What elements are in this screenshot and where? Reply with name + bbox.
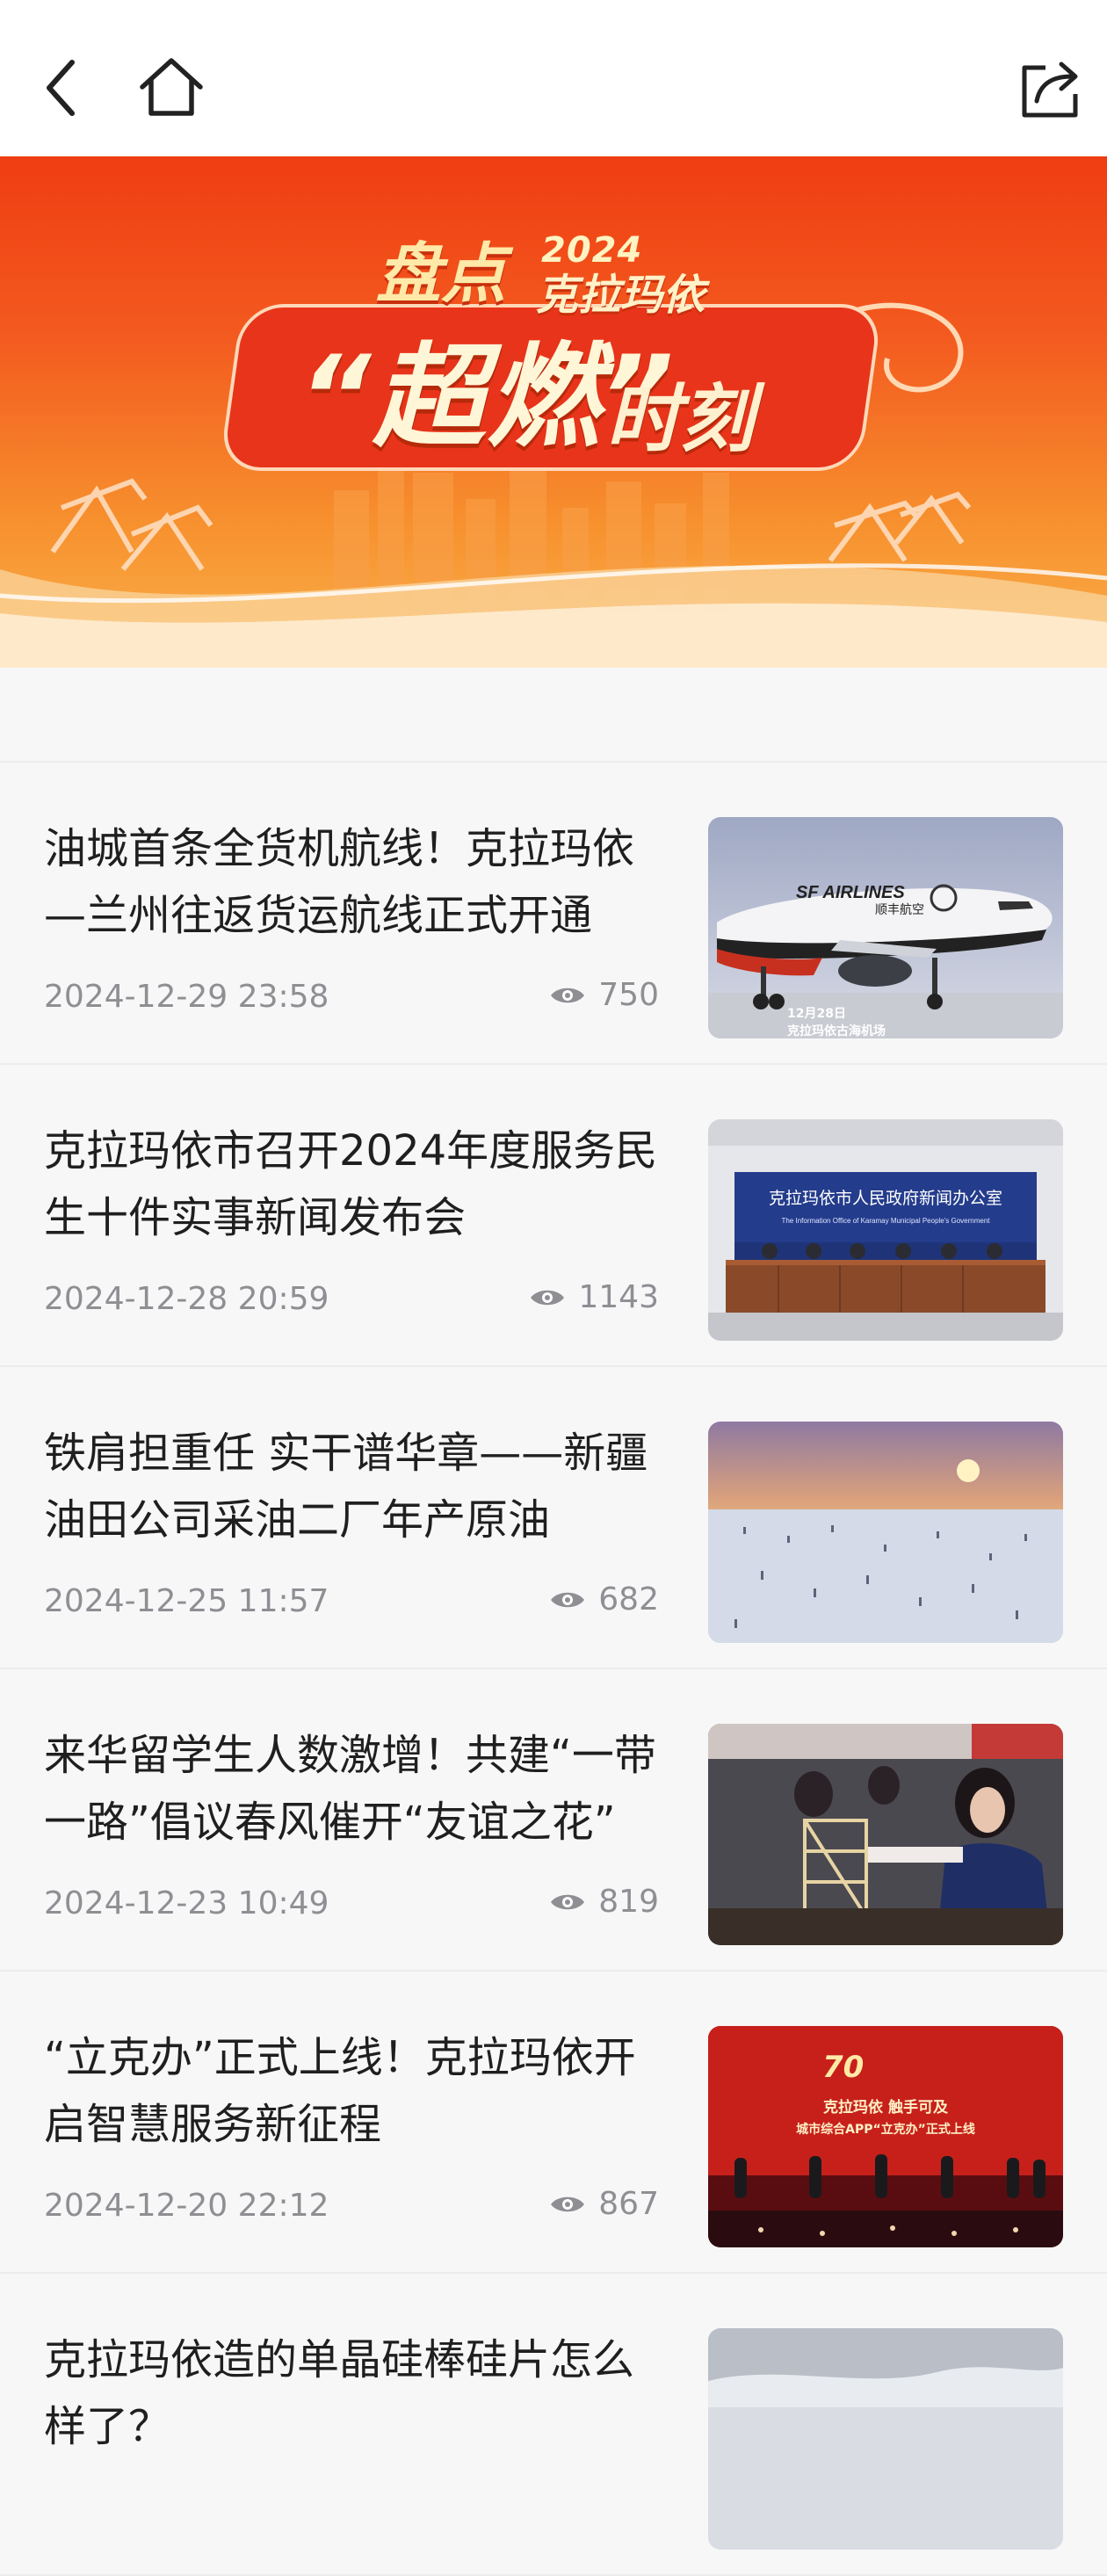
thumb-banner-cn: 克拉玛依市人民政府新闻办公室 — [769, 1189, 1002, 1208]
news-thumbnail: 70 克拉玛依 触手可及 城市综合APP“立克办”正式上线 — [708, 2026, 1063, 2247]
thumb-brand: SF AIRLINES — [796, 883, 905, 902]
eye-icon — [531, 1290, 565, 1305]
news-title: 油城首条全货机航线！克拉玛依—兰州往返货运航线正式开通 — [44, 824, 635, 940]
news-date: 2024-12-29 23:58 — [44, 979, 329, 1015]
hero-banner[interactable]: 盘点 2024 克拉玛依 “超燃” 时刻 — [0, 156, 1107, 668]
news-date: 2024-12-25 11:57 — [44, 1583, 329, 1619]
eye-icon — [551, 1592, 585, 1607]
news-thumbnail: SF AIRLINES 顺丰航空 12月28日 克拉玛依古海机场 — [708, 817, 1063, 1038]
news-thumbnail — [708, 2328, 1063, 2550]
top-nav-bar — [0, 0, 1107, 156]
thumb-screen-line2: 城市综合APP“立克办”正式上线 — [796, 2122, 975, 2137]
news-thumbnail: 克拉玛依市人民政府新闻办公室 The Information Office of… — [708, 1119, 1063, 1341]
news-item[interactable]: 克拉玛依市召开2024年度服务民生十件实事新闻发布会 2024-12-28 20… — [0, 1065, 1107, 1367]
news-view-count: 819 — [598, 1884, 659, 1920]
thumb-caption-2: 克拉玛依古海机场 — [787, 1024, 886, 1038]
news-list: 油城首条全货机航线！克拉玛依—兰州往返货运航线正式开通 2024-12-29 2… — [0, 763, 1107, 2576]
eye-icon — [551, 988, 585, 1002]
news-item[interactable]: 铁肩担重任 实干谱华章——新疆油田公司采油二厂年产原油 2024-12-25 1… — [0, 1367, 1107, 1669]
chevron-left-icon — [47, 60, 75, 116]
banner-tail-title: 时刻 — [606, 376, 755, 462]
share-button[interactable] — [1010, 48, 1089, 127]
thumb-brand-cn: 顺丰航空 — [875, 903, 924, 917]
home-icon — [140, 58, 203, 116]
launch-ceremony-photo: 70 克拉玛依 触手可及 城市综合APP“立克办”正式上线 — [708, 2026, 1063, 2247]
news-view-count: 750 — [598, 977, 659, 1013]
news-views: 819 — [549, 1884, 659, 1920]
svg-text:70: 70 — [822, 2050, 864, 2085]
eye-icon — [551, 2196, 585, 2211]
news-views: 682 — [549, 1581, 659, 1617]
banner-gap — [0, 668, 1107, 763]
news-views: 867 — [549, 2186, 659, 2222]
eye-icon — [551, 1894, 585, 1909]
thumb-screen-line1: 克拉玛依 触手可及 — [823, 2098, 949, 2117]
news-date: 2024-12-28 20:59 — [44, 1281, 329, 1317]
news-views: 1143 — [529, 1279, 659, 1315]
news-title: 铁肩担重任 实干谱华章——新疆油田公司采油二厂年产原油 — [44, 1429, 648, 1545]
news-view-count: 682 — [598, 1581, 659, 1617]
news-title: 克拉玛依市召开2024年度服务民生十件实事新闻发布会 — [44, 1126, 658, 1242]
news-thumbnail — [708, 1422, 1063, 1643]
back-button[interactable] — [23, 48, 102, 127]
news-view-count: 867 — [598, 2186, 659, 2222]
news-title: 克拉玛依造的单晶硅棒硅片怎么样了？ — [44, 2335, 635, 2451]
banner-line1: 盘点 — [376, 236, 506, 312]
news-views: 750 — [549, 977, 659, 1013]
thumb-banner-en: The Information Office of Karamay Munici… — [781, 1217, 990, 1225]
news-title: 来华留学生人数激增！共建“一带一路”倡议春风催开“友谊之花” — [44, 1731, 656, 1847]
thumb-caption-1: 12月28日 — [787, 1007, 846, 1021]
airplane-photo: SF AIRLINES 顺丰航空 12月28日 克拉玛依古海机场 — [708, 817, 1063, 1038]
students-workshop-photo — [708, 1724, 1063, 1945]
share-icon — [1022, 62, 1078, 118]
news-date: 2024-12-20 22:12 — [44, 2188, 329, 2224]
news-item[interactable]: 克拉玛依造的单晶硅棒硅片怎么样了？ — [0, 2274, 1107, 2576]
news-item[interactable]: 油城首条全货机航线！克拉玛依—兰州往返货运航线正式开通 2024-12-29 2… — [0, 763, 1107, 1065]
news-date: 2024-12-23 10:49 — [44, 1885, 329, 1921]
snow-landscape-photo — [708, 2328, 1063, 2550]
news-view-count: 1143 — [578, 1279, 659, 1315]
home-button[interactable] — [132, 48, 211, 127]
news-item[interactable]: “立克办”正式上线！克拉玛依开启智慧服务新征程 2024-12-20 22:12… — [0, 1972, 1107, 2274]
news-item[interactable]: 来华留学生人数激增！共建“一带一路”倡议春风催开“友谊之花” 2024-12-2… — [0, 1669, 1107, 1972]
news-title: “立克办”正式上线！克拉玛依开启智慧服务新征程 — [44, 2033, 636, 2149]
sunset-oilfield-photo — [708, 1422, 1063, 1643]
news-thumbnail — [708, 1724, 1063, 1945]
press-conference-photo: 克拉玛依市人民政府新闻办公室 The Information Office of… — [708, 1119, 1063, 1341]
